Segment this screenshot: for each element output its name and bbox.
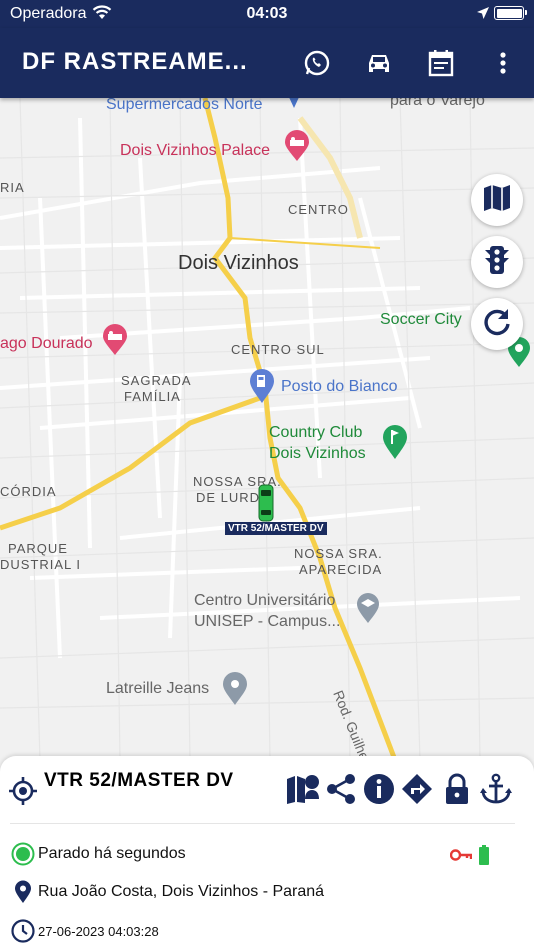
person-map-button[interactable] (286, 774, 320, 808)
street-grid (0, 98, 534, 760)
poi-pin-icon (287, 98, 301, 115)
district-label: APARECIDA (299, 562, 383, 577)
info-button[interactable] (362, 773, 396, 810)
traffic-light-icon (483, 245, 511, 280)
hotel-pin-icon (284, 130, 310, 167)
car-icon[interactable] (362, 46, 396, 80)
location-arrow-icon (476, 6, 490, 25)
shopping-pin-icon (222, 672, 248, 711)
status-row: Parado há segundos (10, 841, 524, 867)
refresh-button[interactable] (471, 298, 523, 350)
district-label: RIA (0, 180, 25, 195)
district-label: CENTRO (288, 202, 349, 217)
info-icon (363, 773, 395, 810)
vehicle-marker-icon[interactable] (258, 484, 274, 527)
share-icon (325, 773, 357, 810)
address-row: Rua João Costa, Dois Vizinhos - Paraná (10, 879, 324, 905)
district-label: DE LURD (196, 490, 261, 505)
directions-icon (401, 773, 433, 810)
golf-pin-icon (382, 424, 408, 465)
clock: 04:03 (246, 5, 288, 22)
poi-label: Dois Vizinhos Palace (120, 142, 271, 159)
poi-label: UNISEP - Campus... (194, 613, 341, 630)
poi-label: ago Dourado (0, 335, 93, 352)
poi-label: Posto do Bianco (281, 378, 398, 395)
timestamp-row: 27-06-2023 04:03:28 (10, 918, 159, 944)
lock-icon (444, 773, 470, 810)
refresh-icon (482, 307, 512, 342)
anchor-button[interactable] (479, 773, 513, 810)
vehicle-info-sheet: VTR 52/MASTER DV Parado há segundos Rua … (0, 756, 534, 950)
poi-label: para o Varejo (390, 98, 485, 109)
poi-label: Country Club (269, 424, 363, 441)
address-text: Rua João Costa, Dois Vizinhos - Paraná (38, 883, 325, 900)
person-pin-map-icon (286, 773, 320, 810)
gas-station-pin-icon (249, 368, 275, 409)
city-label: Dois Vizinhos (178, 252, 299, 274)
vehicle-name: VTR 52/MASTER DV (44, 770, 234, 791)
ignition-key-icon (449, 848, 473, 867)
share-button[interactable] (324, 773, 358, 810)
divider (10, 823, 515, 824)
poi-label: Centro Universitário (194, 592, 336, 609)
gps-target-icon[interactable] (8, 776, 38, 811)
poi-label: Latreille Jeans (106, 680, 210, 697)
more-vert-icon[interactable] (486, 46, 520, 80)
status-dot-icon (10, 841, 36, 867)
hotel-pin-icon (102, 324, 128, 361)
whatsapp-icon[interactable] (300, 46, 334, 80)
district-label: FAMÍLIA (124, 389, 181, 404)
clock-icon (10, 918, 36, 944)
status-bar: Operadora 04:03 (0, 0, 534, 28)
anchor-icon (480, 773, 512, 810)
district-label: CENTRO SUL (231, 342, 325, 357)
battery-icon (479, 845, 489, 870)
app-title: DF RASTREAME... (22, 48, 248, 75)
vehicle-map-label: VTR 52/MASTER DV (225, 522, 327, 535)
directions-button[interactable] (400, 773, 434, 810)
poi-label: Soccer City (380, 311, 462, 328)
battery-icon (494, 6, 527, 20)
district-label: NOSSA SRA. (294, 546, 383, 561)
map-view[interactable]: Supermercados Norte para o Varejo Dois V… (0, 98, 534, 760)
app-bar: DF RASTREAME... (0, 28, 534, 98)
school-pin-icon (356, 592, 380, 629)
poi-label: Supermercados Norte (106, 98, 263, 113)
district-label: DUSTRIAL I (0, 557, 82, 572)
district-label: CÓRDIA (0, 484, 57, 499)
map-layers-button[interactable] (471, 174, 523, 226)
district-label: PARQUE (8, 541, 68, 556)
calendar-icon[interactable] (424, 46, 458, 80)
lock-button[interactable] (440, 773, 474, 810)
district-label: SAGRADA (121, 373, 192, 388)
traffic-button[interactable] (471, 236, 523, 288)
map-icon (482, 183, 512, 218)
timestamp-text: 27-06-2023 04:03:28 (38, 923, 159, 939)
poi-label: Dois Vizinhos (269, 445, 366, 462)
status-text: Parado há segundos (38, 845, 186, 862)
location-pin-icon (10, 879, 36, 905)
